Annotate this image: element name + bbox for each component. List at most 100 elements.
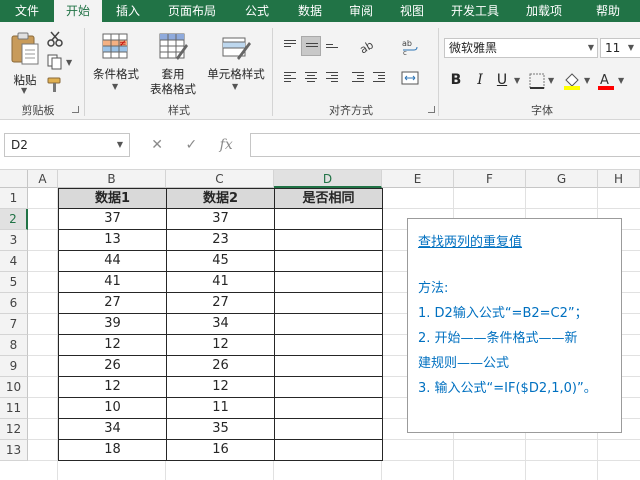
cell-b13[interactable]: 18 [58,440,167,461]
cell-d10[interactable] [275,377,383,398]
row-header-10[interactable]: 10 [0,377,28,398]
cell-c9[interactable]: 26 [167,356,275,377]
cell-b1[interactable]: 数据1 [58,188,167,209]
align-right-button[interactable] [322,68,342,88]
tab-data[interactable]: 数据 [284,0,336,22]
cell-d8[interactable] [275,335,383,356]
row-header-6[interactable]: 6 [0,293,28,314]
column-header-g[interactable]: G [526,170,598,188]
cell-c5[interactable]: 41 [167,272,275,293]
cell-c12[interactable]: 35 [167,419,275,440]
cell-d13[interactable] [275,440,383,461]
format-as-table-button[interactable]: 套用 表格格式 [144,30,202,96]
row-header-8[interactable]: 8 [0,335,28,356]
alignment-launcher-icon[interactable] [428,106,435,113]
row-header-5[interactable]: 5 [0,272,28,293]
underline-button[interactable]: U [492,70,512,90]
cell-c4[interactable]: 45 [167,251,275,272]
tab-page-layout[interactable]: 页面布局 [154,0,230,22]
font-color-dropdown-icon[interactable]: ▼ [618,76,624,85]
cell-d1[interactable]: 是否相同 [275,188,383,209]
cell-c13[interactable]: 16 [167,440,275,461]
cell-d9[interactable] [275,356,383,377]
enter-icon[interactable]: ✓ [185,137,197,153]
name-box[interactable]: D2 ▼ [4,133,130,157]
cell-d7[interactable] [275,314,383,335]
tab-addins[interactable]: 加载项 [512,0,576,22]
column-header-c[interactable]: C [166,170,274,188]
cell-c8[interactable]: 12 [167,335,275,356]
cell-d5[interactable] [275,272,383,293]
clipboard-launcher-icon[interactable] [72,106,79,113]
font-name-select[interactable]: 微软雅黑 ▼ [444,38,598,58]
conditional-format-button[interactable]: ≠ 条件格式 ▼ [90,30,142,96]
wrap-text-button[interactable]: ab c [400,36,420,57]
column-header-h[interactable]: H [598,170,640,188]
cell-b7[interactable]: 39 [58,314,167,335]
tab-formulas[interactable]: 公式 [230,0,284,22]
cell-d12[interactable] [275,419,383,440]
insert-function-icon[interactable]: fx [220,137,233,153]
cut-icon[interactable] [46,31,64,47]
cell-b12[interactable]: 34 [58,419,167,440]
orientation-button[interactable]: ab [356,36,376,56]
column-header-a[interactable]: A [28,170,58,188]
cancel-icon[interactable]: ✕ [151,137,163,153]
cell-c3[interactable]: 23 [167,230,275,251]
tab-file[interactable]: 文件 [0,0,54,22]
align-center-button[interactable] [301,68,321,88]
row-header-13[interactable]: 13 [0,440,28,461]
cell-b11[interactable]: 10 [58,398,167,419]
select-all-corner[interactable] [0,170,28,188]
column-header-f[interactable]: F [454,170,526,188]
cell-c11[interactable]: 11 [167,398,275,419]
align-top-button[interactable] [280,36,300,56]
tab-view[interactable]: 视图 [386,0,438,22]
cell-d2[interactable] [275,209,383,230]
cell-c1[interactable]: 数据2 [167,188,275,209]
row-header-12[interactable]: 12 [0,419,28,440]
column-header-b[interactable]: B [58,170,166,188]
tab-home[interactable]: 开始 [54,0,102,22]
format-painter-icon[interactable] [46,77,64,93]
cell-b2[interactable]: 37 [58,209,167,230]
align-left-button[interactable] [280,68,300,88]
row-header-3[interactable]: 3 [0,230,28,251]
row-header-1[interactable]: 1 [0,188,28,209]
align-middle-button[interactable] [301,36,321,56]
row-header-4[interactable]: 4 [0,251,28,272]
cell-b10[interactable]: 12 [58,377,167,398]
copy-icon[interactable] [46,54,64,70]
row-header-7[interactable]: 7 [0,314,28,335]
cell-c7[interactable]: 34 [167,314,275,335]
underline-dropdown-icon[interactable]: ▼ [514,76,520,85]
row-header-2[interactable]: 2 [0,209,28,230]
italic-button[interactable]: I [470,70,490,90]
column-header-e[interactable]: E [382,170,454,188]
cell-b4[interactable]: 44 [58,251,167,272]
font-color-icon[interactable]: A [596,70,616,90]
cell-d6[interactable] [275,293,383,314]
tab-insert[interactable]: 插入 [102,0,154,22]
cell-styles-button[interactable]: 单元格样式 ▼ [204,30,268,96]
tab-developer[interactable]: 开发工具 [438,0,512,22]
cell-b8[interactable]: 12 [58,335,167,356]
cell-b9[interactable]: 26 [58,356,167,377]
merge-center-button[interactable] [400,68,420,88]
paste-button[interactable]: 粘贴 ▼ [8,30,42,95]
copy-dropdown-icon[interactable]: ▼ [66,58,72,67]
tab-review[interactable]: 审阅 [336,0,386,22]
cell-c6[interactable]: 27 [167,293,275,314]
cell-d3[interactable] [275,230,383,251]
cell-b3[interactable]: 13 [58,230,167,251]
instruction-textbox[interactable]: 查找两列的重复值 方法: 1. D2输入公式“=B2=C2”； 2. 开始——条… [407,218,622,433]
fill-color-icon[interactable] [562,70,582,90]
cell-d4[interactable] [275,251,383,272]
cell-c2[interactable]: 37 [167,209,275,230]
increase-indent-button[interactable] [369,68,389,88]
borders-dropdown-icon[interactable]: ▼ [548,76,554,85]
row-header-11[interactable]: 11 [0,398,28,419]
column-header-d[interactable]: D [274,170,382,188]
cell-d11[interactable] [275,398,383,419]
fill-color-dropdown-icon[interactable]: ▼ [584,76,590,85]
